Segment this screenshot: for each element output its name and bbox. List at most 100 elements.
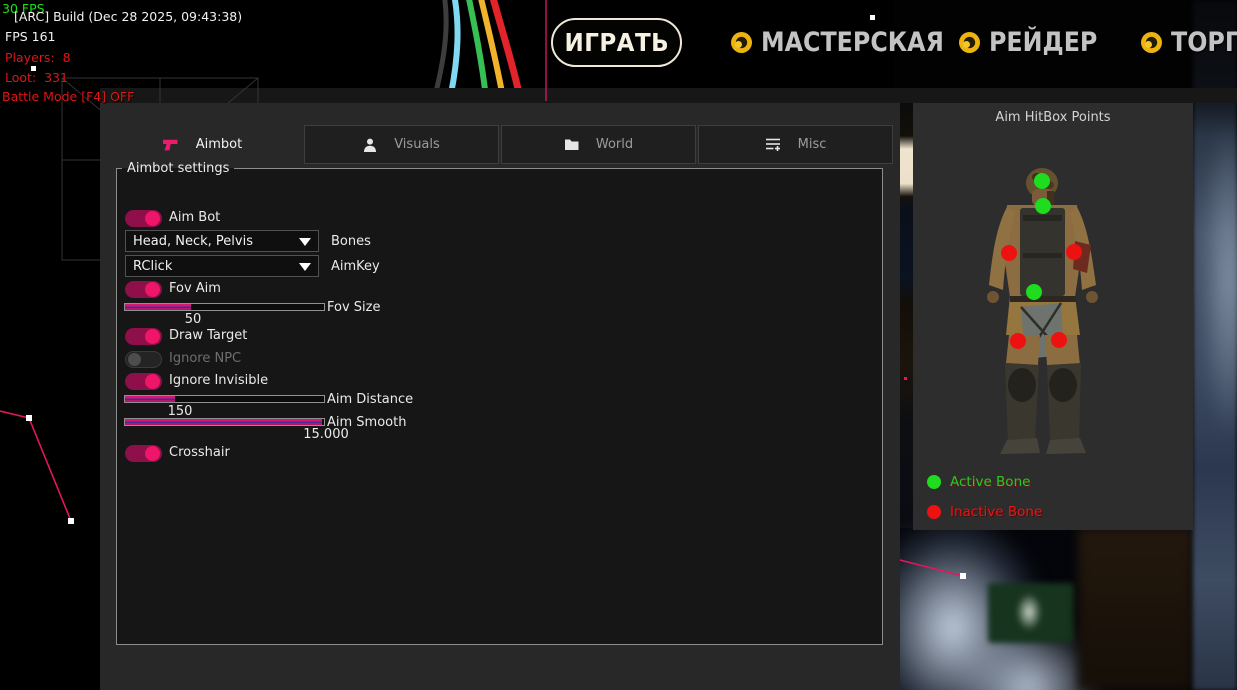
draw-target-label: Draw Target <box>169 328 247 343</box>
tab-label: Aimbot <box>196 137 242 152</box>
aim-distance-row: Aim Distance 150 <box>124 395 325 403</box>
crosshair-row: Crosshair <box>125 443 162 462</box>
draw-target-row: Draw Target <box>125 326 162 345</box>
hitbox-panel: Aim HitBox Points <box>913 103 1193 530</box>
toggle-knob <box>145 282 160 297</box>
background-scene-lower <box>893 528 1237 690</box>
hud-loot-count: Loot: 331 <box>5 72 68 85</box>
legend-label: Active Bone <box>950 474 1030 490</box>
crosshair-toggle[interactable] <box>125 445 162 462</box>
menu-item-label: ТОРГО <box>1171 27 1237 58</box>
aim-smooth-value: 15.000 <box>303 427 349 442</box>
slider-fill <box>125 396 175 402</box>
hitbox-points-layer <box>913 103 1193 530</box>
legend-label: Inactive Bone <box>950 504 1042 520</box>
coin-icon <box>1141 32 1162 53</box>
top-bar-band <box>100 88 1237 103</box>
bones-row: Head, Neck, Pelvis Bones <box>125 230 319 252</box>
tab-label: World <box>596 137 633 152</box>
right-leg-inactive-point <box>1051 332 1067 348</box>
tab-visuals[interactable]: Visuals <box>304 125 499 164</box>
menu-item-traders[interactable]: ТОРГО <box>1141 28 1237 56</box>
tab-aimbot[interactable]: Aimbot <box>100 125 304 164</box>
active-bone-dot <box>927 475 941 489</box>
ignore-invisible-row: Ignore Invisible <box>125 371 162 390</box>
menu-item-label: МАСТЕРСКАЯ <box>761 27 944 58</box>
aim-smooth-slider[interactable] <box>124 418 325 426</box>
fov-aim-label: Fov Aim <box>169 281 221 296</box>
rainbow-graphic <box>430 0 550 100</box>
aim-distance-label: Aim Distance <box>327 392 413 407</box>
inactive-bone-dot <box>927 505 941 519</box>
coin-icon <box>959 32 980 53</box>
slider-fill <box>125 419 322 425</box>
hud-players-count: Players: 8 <box>5 52 71 65</box>
folder-icon <box>564 138 579 151</box>
neck-active-point <box>1035 198 1051 214</box>
coin-icon <box>731 32 752 53</box>
play-button[interactable]: ИГРАТЬ <box>551 18 682 67</box>
sliders-icon <box>765 137 781 152</box>
legend-inactive-bone: Inactive Bone <box>927 504 1042 520</box>
exit-sign-blur <box>988 583 1074 643</box>
menu-item-workshop[interactable]: МАСТЕРСКАЯ <box>731 28 969 56</box>
bones-dropdown[interactable]: Head, Neck, Pelvis <box>125 230 319 252</box>
toggle-knob <box>145 374 160 389</box>
fov-size-value: 50 <box>170 312 216 327</box>
aim-distance-value: 150 <box>157 404 203 419</box>
aim-key-label: AimKey <box>331 259 380 274</box>
ignore-invisible-label: Ignore Invisible <box>169 373 268 388</box>
play-button-label: ИГРАТЬ <box>564 28 669 57</box>
draw-target-toggle[interactable] <box>125 328 162 345</box>
pistol-icon <box>162 138 179 152</box>
aimbot-settings-group: Aimbot settings Aim Bot Head, Neck, Pelv… <box>116 161 883 645</box>
ignore-npc-label: Ignore NPC <box>169 351 241 366</box>
left-arm-inactive-point <box>1001 245 1017 261</box>
crosshair-label: Crosshair <box>169 445 230 460</box>
tab-misc[interactable]: Misc <box>698 125 893 164</box>
aim-key-row: RClick AimKey <box>125 255 319 277</box>
ignore-npc-toggle[interactable] <box>125 351 162 368</box>
fov-size-row: Fov Size 50 <box>124 303 325 311</box>
head-active-point <box>1034 173 1050 189</box>
legend-active-bone: Active Bone <box>927 474 1030 490</box>
ignore-invisible-toggle[interactable] <box>125 373 162 390</box>
right-arm-inactive-point <box>1066 244 1082 260</box>
aim-bot-toggle[interactable] <box>125 210 162 227</box>
toggle-knob <box>145 329 160 344</box>
menu-item-raider[interactable]: РЕЙДЕР <box>959 28 1112 56</box>
chevron-down-icon <box>299 263 311 271</box>
aim-distance-slider[interactable] <box>124 395 325 403</box>
bones-label: Bones <box>331 234 371 249</box>
ignore-npc-row: Ignore NPC <box>125 349 162 368</box>
fov-aim-toggle[interactable] <box>125 281 162 298</box>
toggle-knob <box>145 446 160 461</box>
aim-key-dropdown[interactable]: RClick <box>125 255 319 277</box>
background-structure <box>1078 528 1193 690</box>
hud-build-info: [ARC] Build (Dec 28 2025, 09:43:38) <box>14 11 242 24</box>
person-icon <box>363 138 377 152</box>
fov-size-slider[interactable] <box>124 303 325 311</box>
chevron-down-icon <box>299 238 311 246</box>
tab-world[interactable]: World <box>501 125 696 164</box>
menu-item-label: РЕЙДЕР <box>989 27 1097 58</box>
hud-fps: FPS 161 <box>5 31 56 44</box>
toggle-knob <box>145 211 160 226</box>
group-title: Aimbot settings <box>122 161 234 176</box>
fov-size-label: Fov Size <box>327 300 380 315</box>
slider-fill <box>125 304 191 310</box>
tab-label: Misc <box>798 137 827 152</box>
hud-battle-mode: Battle Mode [F4] OFF <box>2 91 134 104</box>
fov-aim-row: Fov Aim <box>125 279 162 298</box>
cheat-menu-panel: Aimbot Visuals World Misc Aimbot setting… <box>100 103 900 690</box>
pelvis-active-point <box>1026 284 1042 300</box>
bones-dropdown-value: Head, Neck, Pelvis <box>126 234 253 249</box>
background-edge-strip <box>1193 0 1237 690</box>
aim-bot-row: Aim Bot <box>125 208 162 227</box>
tab-label: Visuals <box>394 137 440 152</box>
left-leg-inactive-point <box>1010 333 1026 349</box>
aim-smooth-row: Aim Smooth 15.000 <box>124 418 325 426</box>
aim-key-dropdown-value: RClick <box>126 259 172 274</box>
aim-bot-label: Aim Bot <box>169 210 220 225</box>
toggle-knob <box>128 353 141 366</box>
